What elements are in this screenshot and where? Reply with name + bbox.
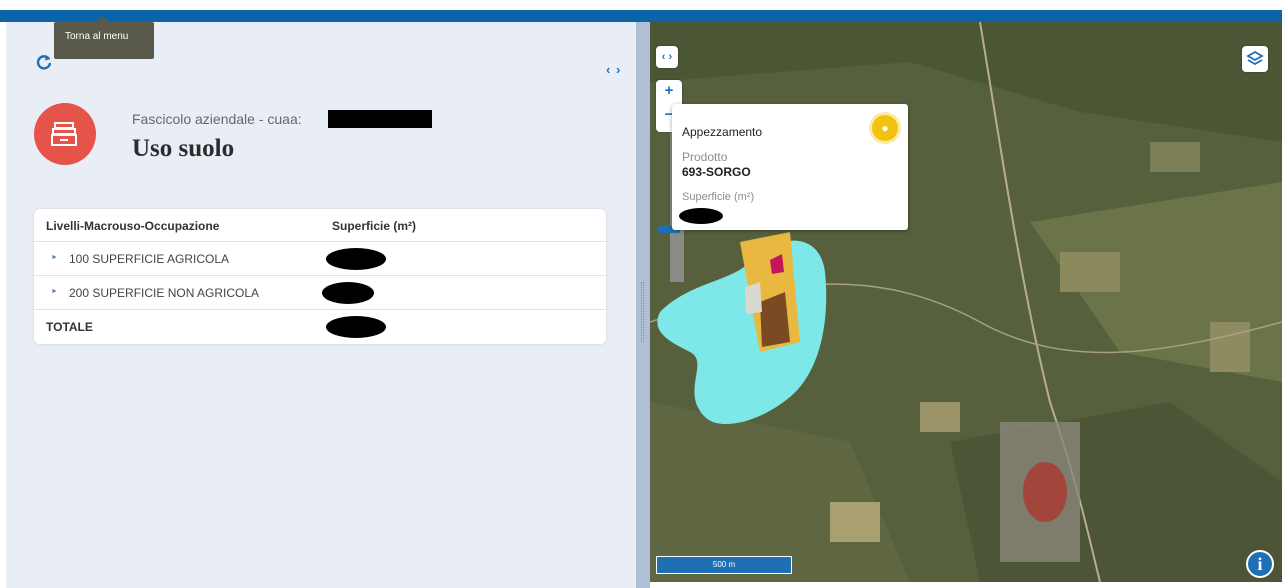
feature-popup: Appezzamento ● Prodotto 693-SORGO Superf… <box>672 104 908 230</box>
info-icon[interactable]: i <box>1246 550 1274 578</box>
layers-button[interactable] <box>1242 46 1268 72</box>
page-title: Uso suolo <box>132 135 235 162</box>
layers-icon <box>1246 50 1264 66</box>
section-badge <box>34 103 96 165</box>
panel-splitter[interactable] <box>636 22 650 588</box>
land-use-table: Livelli-Macrouso-Occupazione Superficie … <box>34 209 606 344</box>
redacted-value <box>322 282 374 304</box>
popup-surface-label: Superficie (m²) <box>682 191 755 203</box>
column-header-levels: Livelli-Macrouso-Occupazione <box>46 219 220 233</box>
map-expand-button[interactable]: ‹ › <box>656 46 678 68</box>
expand-caret-icon[interactable]: ► <box>51 288 58 295</box>
location-pin-icon[interactable]: ● <box>872 115 898 141</box>
zoom-in-button[interactable]: + <box>656 82 682 99</box>
row-label: 200 SUPERFICIE NON AGRICOLA <box>69 286 260 300</box>
folder-stack-icon <box>51 122 77 146</box>
popup-title: Appezzamento <box>682 125 763 139</box>
map-scale-bar: 500 m <box>656 556 792 574</box>
splitter-grip[interactable] <box>641 282 644 342</box>
table-row[interactable]: ► 200 SUPERFICIE NON AGRICOLA <box>34 276 606 310</box>
column-header-surface: Superficie (m²) <box>332 219 417 233</box>
back-to-menu-tooltip: Torna al menu <box>54 16 154 59</box>
collapse-panel-icon[interactable]: ‹ › <box>606 62 621 77</box>
table-row[interactable]: ► 100 SUPERFICIE AGRICOLA <box>34 242 606 276</box>
page-subtitle: Fascicolo aziendale - cuaa: <box>132 111 302 127</box>
popup-product-label: Prodotto <box>682 150 728 164</box>
tooltip-text: Torna al menu <box>65 31 129 42</box>
refresh-icon[interactable] <box>36 54 52 70</box>
expand-caret-icon[interactable]: ► <box>51 254 58 261</box>
redacted-value <box>326 248 386 270</box>
table-header-row: Livelli-Macrouso-Occupazione Superficie … <box>34 209 606 242</box>
redacted-value <box>326 316 386 338</box>
redacted-cuaa <box>328 110 432 128</box>
table-total-row: TOTALE <box>34 310 606 344</box>
top-bar <box>0 10 1282 22</box>
popup-product-value: 693-SORGO <box>682 165 751 179</box>
redacted-value <box>679 208 723 224</box>
row-label: 100 SUPERFICIE AGRICOLA <box>69 252 230 266</box>
total-label: TOTALE <box>46 320 93 334</box>
